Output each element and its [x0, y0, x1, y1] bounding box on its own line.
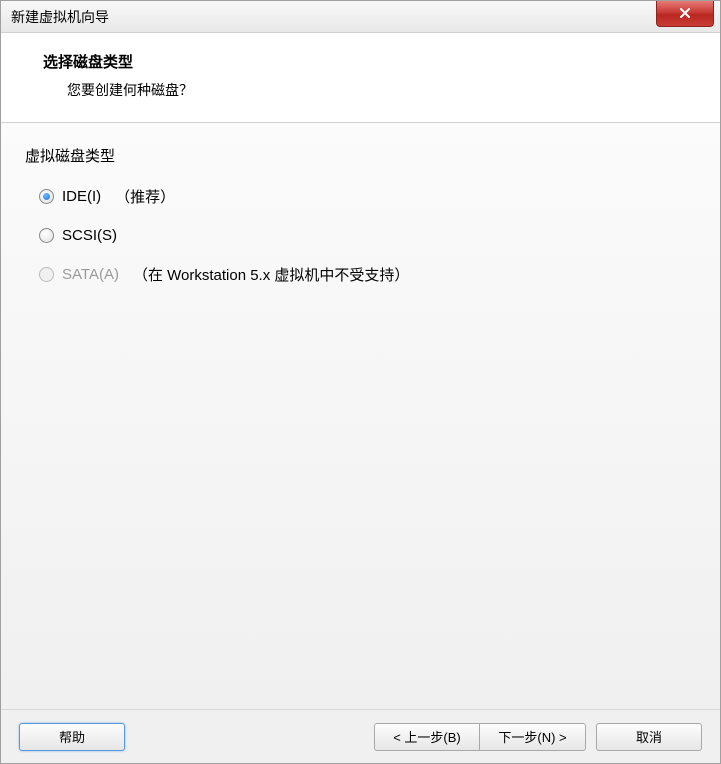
nav-button-group: < 上一步(B) 下一步(N) > [374, 723, 586, 751]
radio-option-ide[interactable]: IDE(I) （推荐） [39, 186, 696, 207]
radio-label: SCSI(S) [62, 227, 117, 244]
titlebar: 新建虚拟机向导 [1, 1, 720, 33]
help-button[interactable]: 帮助 [19, 723, 125, 751]
radio-note: （在 Workstation 5.x 虚拟机中不受支持） [133, 264, 409, 285]
radio-icon [39, 228, 54, 243]
radio-label: IDE(I) [62, 188, 101, 205]
page-subtitle: 您要创建何种磁盘？ [43, 80, 692, 100]
radio-note: （推荐） [115, 186, 175, 207]
footer: 帮助 < 上一步(B) 下一步(N) > 取消 [1, 709, 720, 763]
close-icon [678, 6, 692, 20]
radio-option-sata: SATA(A) （在 Workstation 5.x 虚拟机中不受支持） [39, 264, 696, 285]
wizard-window: 新建虚拟机向导 选择磁盘类型 您要创建何种磁盘？ 虚拟磁盘类型 IDE(I) （… [0, 0, 721, 764]
header-panel: 选择磁盘类型 您要创建何种磁盘？ [1, 33, 720, 123]
radio-option-scsi[interactable]: SCSI(S) [39, 227, 696, 244]
page-title: 选择磁盘类型 [43, 51, 692, 72]
next-button[interactable]: 下一步(N) > [480, 723, 586, 751]
radio-group: IDE(I) （推荐） SCSI(S) SATA(A) （在 Workstati… [25, 186, 696, 285]
group-label: 虚拟磁盘类型 [25, 145, 696, 166]
cancel-button[interactable]: 取消 [596, 723, 702, 751]
back-button[interactable]: < 上一步(B) [374, 723, 480, 751]
window-title: 新建虚拟机向导 [11, 7, 109, 27]
close-button[interactable] [656, 1, 714, 27]
radio-label: SATA(A) [62, 266, 119, 283]
content-area: 虚拟磁盘类型 IDE(I) （推荐） SCSI(S) SATA(A) （在 Wo… [1, 123, 720, 709]
radio-icon [39, 189, 54, 204]
radio-icon [39, 267, 54, 282]
